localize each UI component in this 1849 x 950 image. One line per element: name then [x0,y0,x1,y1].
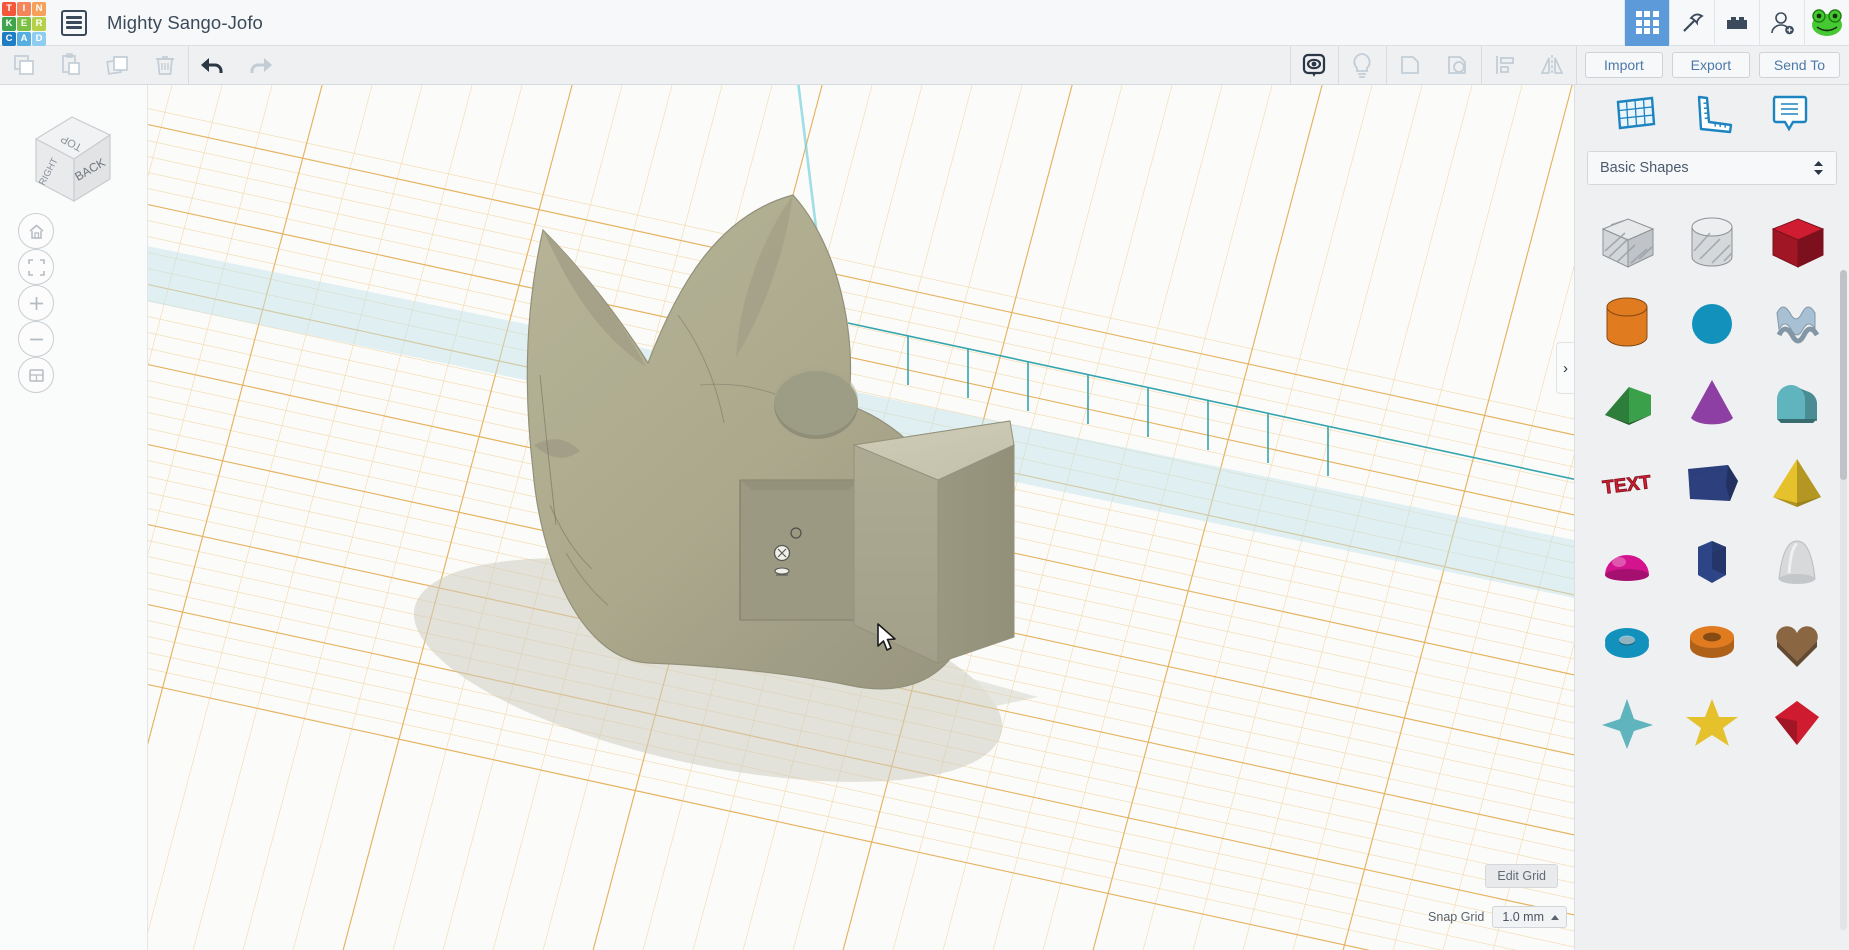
svg-text:TEXT: TEXT [1602,472,1653,499]
pickaxe-icon[interactable] [1669,0,1714,46]
shape-wedge[interactable] [1590,366,1664,440]
logo-tile-t: T [2,1,16,16]
shape-diamond[interactable] [1760,686,1834,760]
shapes-panel: Basic Shapes TEXT [1574,85,1849,950]
lightbulb-icon[interactable] [1339,46,1386,85]
view-cube[interactable]: TOP RIGHT BACK [18,103,123,208]
logo-tile-e: E [17,16,31,31]
align-icon[interactable] [1482,46,1529,85]
shape-cylinder-hole[interactable] [1675,206,1749,280]
shape-hexagonal-prism[interactable] [1675,526,1749,600]
shape-paraboloid[interactable] [1760,526,1834,600]
tinkercad-window: TIN KER CAD Mighty Sango-Jofo Import Expor… [0,0,1849,950]
shape-scribble[interactable] [1760,286,1834,360]
shape-pyramid[interactable] [1760,446,1834,520]
redo-icon[interactable] [236,46,283,85]
add-person-icon[interactable] [1759,0,1804,46]
copy-icon[interactable] [0,46,47,85]
shape-half-cylinder[interactable] [1760,366,1834,440]
shape-text[interactable]: TEXT [1590,446,1664,520]
logo-tile-a: A [17,31,31,46]
delete-icon[interactable] [141,46,188,85]
top-bar: TIN KER CAD Mighty Sango-Jofo [0,0,1849,46]
snap-grid-control: Snap Grid 1.0 mm [1428,906,1567,928]
mirror-icon[interactable] [1529,46,1576,85]
undo-icon[interactable] [189,46,236,85]
logo-tile-d: D [32,31,46,46]
shape-category-select[interactable]: Basic Shapes [1587,151,1837,185]
mouse-cursor [876,623,898,658]
import-button[interactable]: Import [1584,52,1663,78]
snap-grid-value: 1.0 mm [1502,910,1544,924]
panel-collapse-button[interactable]: › [1556,342,1574,394]
blocks-icon[interactable] [1714,0,1759,46]
home-view-button[interactable] [18,213,54,249]
list-icon[interactable] [61,9,87,36]
zoom-out-button[interactable] [18,321,54,357]
export-button[interactable]: Export [1671,52,1750,78]
fit-to-view-button[interactable] [18,249,54,285]
shape-star-4[interactable] [1590,686,1664,760]
shapes-scrollbar[interactable] [1840,270,1847,930]
snap-grid-select[interactable]: 1.0 mm [1492,906,1567,928]
shape-half-sphere[interactable] [1590,526,1664,600]
shape-box[interactable] [1760,206,1834,280]
logo-tile-n: N [32,1,46,16]
paste-icon[interactable] [47,46,94,85]
notes-icon[interactable] [1766,92,1812,139]
ungroup-icon[interactable] [1434,46,1481,85]
grid-view-icon[interactable] [1624,0,1669,46]
snap-grid-label: Snap Grid [1428,910,1485,924]
duplicate-icon[interactable] [94,46,141,85]
ortho-perspective-toggle-button[interactable] [18,357,54,393]
top-bar-right-group [1624,0,1849,46]
chevron-up-icon [1551,914,1559,920]
shape-cylinder[interactable] [1590,286,1664,360]
frog-avatar[interactable] [1804,0,1849,46]
edit-grid-button[interactable]: Edit Grid [1485,864,1558,888]
shape-tube[interactable] [1675,606,1749,680]
shape-star-5[interactable] [1675,686,1749,760]
view-controls-panel: TOP RIGHT BACK [0,85,148,950]
logo-tile-i: I [17,1,31,16]
logo-tile-r: R [32,16,46,31]
toolbar-divider-6 [1575,45,1577,85]
tinkercad-logo[interactable]: TIN KER CAD [0,0,46,46]
logo-tile-k: K [2,16,16,31]
workplane-grid [148,85,1574,950]
zoom-in-button[interactable] [18,285,54,321]
viewport[interactable]: TOP RIGHT BACK Edit Grid Snap Grid 1.0 m… [0,85,1849,950]
shape-category-value: Basic Shapes [1600,160,1689,176]
page-title: Mighty Sango-Jofo [107,11,263,33]
panel-tabs [1575,85,1849,145]
shape-box-hole[interactable] [1590,206,1664,280]
group-icon[interactable] [1387,46,1434,85]
logo-tile-c: C [2,31,16,46]
send-to-button[interactable]: Send To [1758,52,1840,78]
workplane-icon[interactable] [1612,92,1658,139]
shape-torus[interactable] [1590,606,1664,680]
shape-polygon-box[interactable] [1675,446,1749,520]
shape-sphere[interactable] [1675,286,1749,360]
ruler-icon[interactable] [1689,92,1735,139]
workplane[interactable] [148,85,1574,950]
chevron-updown-icon [1813,160,1824,176]
shape-heart[interactable] [1760,606,1834,680]
shape-cone[interactable] [1675,366,1749,440]
view-hide-icon[interactable] [1291,46,1338,85]
shape-grid[interactable]: TEXT [1575,197,1849,950]
scrollbar-thumb[interactable] [1840,270,1847,480]
edit-toolbar: Import Export Send To [0,45,1849,85]
